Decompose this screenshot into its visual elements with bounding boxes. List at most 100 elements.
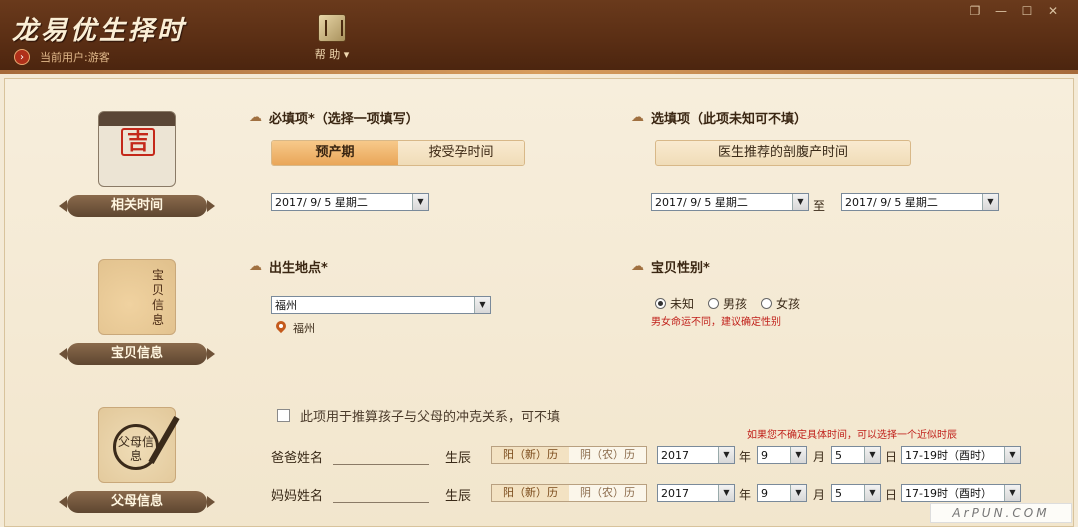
birthplace-section-title: ☁ 出生地点* (249, 257, 328, 277)
father-day-value: 5 (835, 448, 842, 462)
mother-hour-select[interactable]: 17-19时（酉时） ▼ (901, 484, 1021, 502)
mother-month-value: 9 (761, 486, 768, 500)
month-unit: 月 (813, 450, 826, 464)
parents-icon: 父母信息 (98, 407, 180, 483)
optional-section-title: ☁ 选填项（此项未知可不填） (631, 108, 807, 128)
chevron-down-icon: ▼ (1004, 447, 1020, 463)
chevron-down-icon: ▼ (790, 485, 806, 501)
father-calendar-toggle: 阳（新）历 阴（农）历 (491, 446, 647, 464)
chevron-down-icon: ▼ (474, 297, 490, 313)
mother-lunar-option[interactable]: 阴（农）历 (569, 485, 646, 501)
sidebar-time[interactable]: 吉 相关时间 (59, 111, 215, 217)
close-icon[interactable]: ✕ (1044, 4, 1062, 18)
day-unit: 日 (885, 488, 898, 502)
baby-icon: 宝贝信息 (98, 259, 176, 335)
gender-unknown-radio[interactable]: 未知 (655, 295, 694, 312)
watermark: ArPUN.COM (930, 503, 1072, 523)
mother-calendar-toggle: 阳（新）历 阴（农）历 (491, 484, 647, 502)
mother-day-select[interactable]: 5 ▼ (831, 484, 881, 502)
hour-hint: 如果您不确定具体时间，可以选择一个近似时辰 (747, 430, 957, 441)
year-unit: 年 (739, 488, 752, 502)
cloud-icon: ☁ (249, 109, 262, 125)
mother-name-input[interactable] (333, 489, 429, 503)
cloud-icon: ☁ (631, 109, 644, 125)
gender-boy-radio[interactable]: 男孩 (708, 295, 747, 312)
father-year-select[interactable]: 2017 ▼ (657, 446, 735, 464)
user-arrow-icon[interactable]: › (14, 49, 30, 65)
day-unit: 日 (885, 450, 898, 464)
baby-image-text: 宝贝信息 (151, 268, 164, 327)
tab-conception-time[interactable]: 按受孕时间 (398, 141, 524, 165)
required-date-picker[interactable]: 2017/ 9/ 5 星期二 ▼ (271, 193, 429, 211)
father-year-value: 2017 (661, 448, 689, 462)
father-solar-option[interactable]: 阳（新）历 (492, 447, 569, 463)
gender-unknown-label: 未知 (670, 297, 695, 311)
location-pin-icon (275, 321, 287, 335)
optional-date-to-value: 2017/ 9/ 5 星期二 (845, 196, 938, 209)
father-day-select[interactable]: 5 ▼ (831, 446, 881, 464)
optional-date-to-picker[interactable]: 2017/ 9/ 5 星期二 ▼ (841, 193, 999, 211)
required-date-value: 2017/ 9/ 5 星期二 (275, 196, 368, 209)
chevron-down-icon: ▼ (412, 194, 428, 210)
chevron-down-icon: ▼ (718, 447, 734, 463)
mother-hour-value: 17-19时（酉时） (905, 487, 992, 500)
radio-dot (655, 298, 666, 309)
restore-icon[interactable]: ❐ (966, 4, 984, 18)
father-hour-select[interactable]: 17-19时（酉时） ▼ (901, 446, 1021, 464)
main-panel: 吉 相关时间 宝贝信息 宝贝信息 父母信息 父母信息 ☁ 必填项*（选择一项填写… (4, 78, 1074, 527)
help-menu-button[interactable]: 帮 助 ▾ (308, 14, 356, 62)
cloud-icon: ☁ (249, 258, 262, 274)
tab-due-date[interactable]: 预产期 (272, 141, 398, 165)
year-unit: 年 (739, 450, 752, 464)
parents-checkbox-row: 此项用于推算孩子与父母的冲克关系，可不填 (277, 406, 560, 425)
cloud-icon: ☁ (631, 258, 644, 274)
radio-dot (708, 298, 720, 309)
gender-warning: 男女命运不同，建议确定性别 (651, 317, 781, 328)
tab-doctor-cesarean[interactable]: 医生推荐的剖腹产时间 (655, 140, 911, 166)
sidebar-parents[interactable]: 父母信息 父母信息 (59, 407, 215, 513)
mother-solar-option[interactable]: 阳（新）历 (492, 485, 569, 501)
father-lunar-option[interactable]: 阴（农）历 (569, 447, 646, 463)
gender-boy-label: 男孩 (723, 297, 748, 311)
current-user-label: 当前用户:游客 (40, 51, 110, 64)
gender-title-text: 宝贝性别* (651, 261, 710, 276)
chevron-down-icon: ▼ (864, 485, 880, 501)
required-tabs: 预产期 按受孕时间 (271, 140, 525, 166)
mother-name-label: 妈妈姓名 (271, 489, 324, 504)
gender-girl-label: 女孩 (776, 297, 801, 311)
sidebar-baby[interactable]: 宝贝信息 宝贝信息 (59, 259, 215, 365)
mother-month-select[interactable]: 9 ▼ (757, 484, 807, 502)
sidebar-label-baby: 宝贝信息 (59, 343, 215, 365)
gender-girl-radio[interactable]: 女孩 (761, 295, 800, 312)
optional-date-from-picker[interactable]: 2017/ 9/ 5 星期二 ▼ (651, 193, 809, 211)
father-hour-value: 17-19时（酉时） (905, 449, 992, 462)
required-section-title: ☁ 必填项*（选择一项填写） (249, 108, 419, 128)
maximize-icon[interactable]: ☐ (1018, 4, 1036, 18)
book-icon (318, 14, 346, 42)
chevron-down-icon: ▼ (864, 447, 880, 463)
user-status: › 当前用户:游客 (14, 48, 110, 66)
father-month-select[interactable]: 9 ▼ (757, 446, 807, 464)
gender-radio-group: 未知 男孩 女孩 (655, 295, 800, 312)
mother-birth-label: 生辰 (445, 489, 472, 504)
father-birth-label: 生辰 (445, 451, 472, 466)
app-title: 龙易优生择时 (12, 16, 187, 46)
window-controls: ❐ — ☐ ✕ (966, 4, 1062, 18)
optional-date-from-value: 2017/ 9/ 5 星期二 (655, 196, 748, 209)
chevron-down-icon: ▼ (718, 485, 734, 501)
birthplace-select[interactable]: 福州 ▼ (271, 296, 491, 314)
parents-checkbox[interactable] (277, 409, 290, 422)
chevron-down-icon: ▼ (1004, 485, 1020, 501)
mother-year-select[interactable]: 2017 ▼ (657, 484, 735, 502)
sidebar-label-parents: 父母信息 (59, 491, 215, 513)
required-title-text: 必填项*（选择一项填写） (269, 112, 419, 127)
calendar-icon: 吉 (98, 111, 176, 187)
birthplace-value: 福州 (275, 299, 297, 312)
mother-day-value: 5 (835, 486, 842, 500)
father-month-value: 9 (761, 448, 768, 462)
father-name-input[interactable] (333, 451, 429, 465)
date-range-to: 至 (813, 199, 826, 213)
minimize-icon[interactable]: — (992, 4, 1010, 18)
title-bar: 龙易优生择时 › 当前用户:游客 帮 助 ▾ ❐ — ☐ ✕ (0, 0, 1078, 74)
chevron-down-icon: ▼ (790, 447, 806, 463)
